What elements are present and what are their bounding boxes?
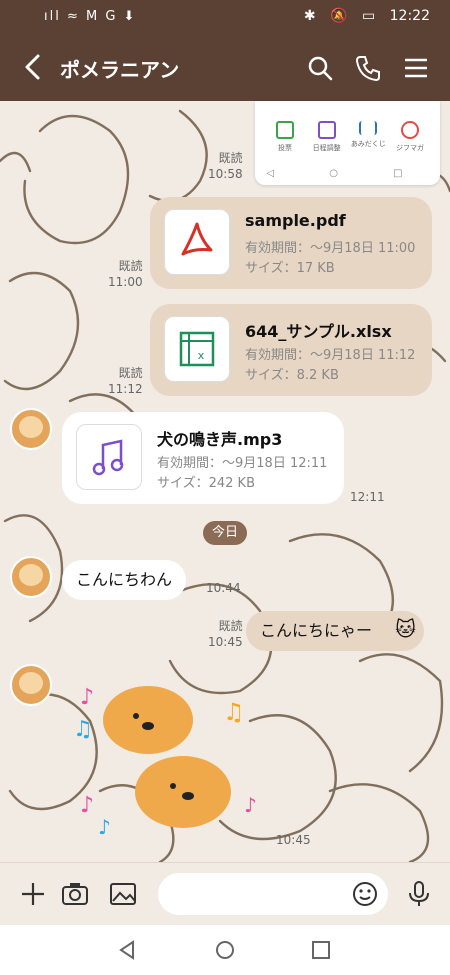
svg-text:♪: ♪ bbox=[80, 685, 94, 710]
message-meta: 既読 11:00 bbox=[108, 259, 143, 289]
file-message-xlsx[interactable]: x 644_サンプル.xlsx 有効期間：〜9月18日 11:12 サイズ：8.… bbox=[150, 304, 432, 396]
file-name: 犬の鳴き声.mp3 bbox=[157, 430, 283, 449]
camera-icon[interactable] bbox=[60, 879, 90, 909]
gif-icon bbox=[400, 121, 419, 139]
app-vote[interactable]: 投票 bbox=[265, 121, 305, 153]
message-time: 10:45 bbox=[276, 833, 311, 847]
back-arrow-icon[interactable] bbox=[18, 52, 48, 82]
svg-text:♫: ♫ bbox=[73, 717, 93, 742]
image-icon[interactable] bbox=[108, 879, 138, 909]
text-message[interactable]: こんにちわん bbox=[62, 560, 187, 600]
file-message-mp3[interactable]: 犬の鳴き声.mp3 有効期間：〜9月18日 12:11 サイズ：242 KB bbox=[62, 412, 344, 504]
date-separator: 今日 bbox=[203, 521, 247, 545]
file-size: サイズ：242 KB bbox=[157, 476, 255, 491]
battery-icon: ▭ bbox=[361, 8, 376, 24]
mute-icon: 🔕 bbox=[330, 8, 348, 24]
vote-icon bbox=[276, 121, 294, 139]
message-meta: 既読 10:45 bbox=[208, 619, 243, 649]
message-meta: 既読 10:58 bbox=[208, 151, 243, 181]
back-triangle-icon[interactable] bbox=[116, 939, 138, 961]
file-expiry: 有効期間：〜9月18日 11:12 bbox=[245, 348, 416, 363]
cat-emoji-icon: 🐱 bbox=[395, 617, 416, 641]
friend-avatar[interactable] bbox=[10, 408, 52, 450]
file-size: サイズ：17 KB bbox=[245, 261, 335, 276]
phone-icon[interactable] bbox=[354, 54, 382, 82]
preview-nav: ◁ ○ □ bbox=[266, 168, 429, 179]
system-nav-bar bbox=[0, 925, 450, 975]
calendar-icon bbox=[317, 121, 336, 139]
menu-icon[interactable] bbox=[402, 54, 430, 82]
svg-text:x: x bbox=[198, 349, 205, 362]
svg-text:♪: ♪ bbox=[80, 793, 94, 818]
plus-icon[interactable] bbox=[18, 879, 48, 909]
file-name: sample.pdf bbox=[245, 211, 346, 230]
status-time: 12:22 bbox=[389, 8, 430, 24]
message-time: 10:44 bbox=[206, 581, 241, 595]
excel-icon: x bbox=[164, 316, 230, 382]
chat-title: ポメラニアン bbox=[60, 58, 180, 82]
text-message[interactable]: こんにちにゃー 🐱 bbox=[246, 611, 424, 651]
input-bar bbox=[0, 862, 450, 926]
svg-text:♪: ♪ bbox=[244, 793, 257, 817]
microphone-icon[interactable] bbox=[404, 879, 434, 909]
music-icon bbox=[76, 424, 142, 490]
ladder-icon bbox=[359, 121, 378, 135]
app-shortcut-preview: 投票 日程調整 あみだくじ ジフマガ ◁ ○ □ bbox=[255, 101, 440, 185]
status-bar: ıll ≈ M G ⬇ ✱ 🔕 ▭ 12:22 bbox=[0, 0, 450, 34]
bluetooth-icon: ✱ bbox=[303, 8, 316, 24]
svg-text:♫: ♫ bbox=[223, 698, 245, 726]
status-left-icons: ıll ≈ M G ⬇ bbox=[44, 9, 137, 24]
recent-apps-square-icon[interactable] bbox=[310, 939, 332, 961]
pomeranian-sticker[interactable]: ♪ ♫ ♫ ♪ ♪ ♪ bbox=[68, 672, 278, 840]
file-expiry: 有効期間：〜9月18日 11:00 bbox=[245, 241, 416, 256]
search-icon[interactable] bbox=[306, 54, 334, 82]
file-name: 644_サンプル.xlsx bbox=[245, 322, 392, 341]
file-size: サイズ：8.2 KB bbox=[245, 368, 339, 383]
app-schedule[interactable]: 日程調整 bbox=[307, 121, 347, 153]
message-input[interactable] bbox=[158, 873, 388, 915]
message-meta: 既読 11:12 bbox=[108, 366, 143, 396]
app-amidakuji[interactable]: あみだくじ bbox=[348, 121, 388, 153]
emoji-icon[interactable] bbox=[352, 881, 378, 907]
friend-avatar[interactable] bbox=[10, 556, 52, 598]
svg-text:♪: ♪ bbox=[98, 815, 111, 839]
file-expiry: 有効期間：〜9月18日 12:11 bbox=[157, 456, 328, 471]
home-circle-icon[interactable] bbox=[214, 939, 236, 961]
friend-avatar[interactable] bbox=[10, 664, 52, 706]
app-gifmaga[interactable]: ジフマガ bbox=[390, 121, 430, 153]
pdf-icon bbox=[164, 209, 230, 275]
file-message-pdf[interactable]: sample.pdf 有効期間：〜9月18日 11:00 サイズ：17 KB bbox=[150, 197, 432, 289]
message-time: 12:11 bbox=[350, 490, 385, 504]
chat-header: ポメラニアン bbox=[0, 34, 450, 101]
